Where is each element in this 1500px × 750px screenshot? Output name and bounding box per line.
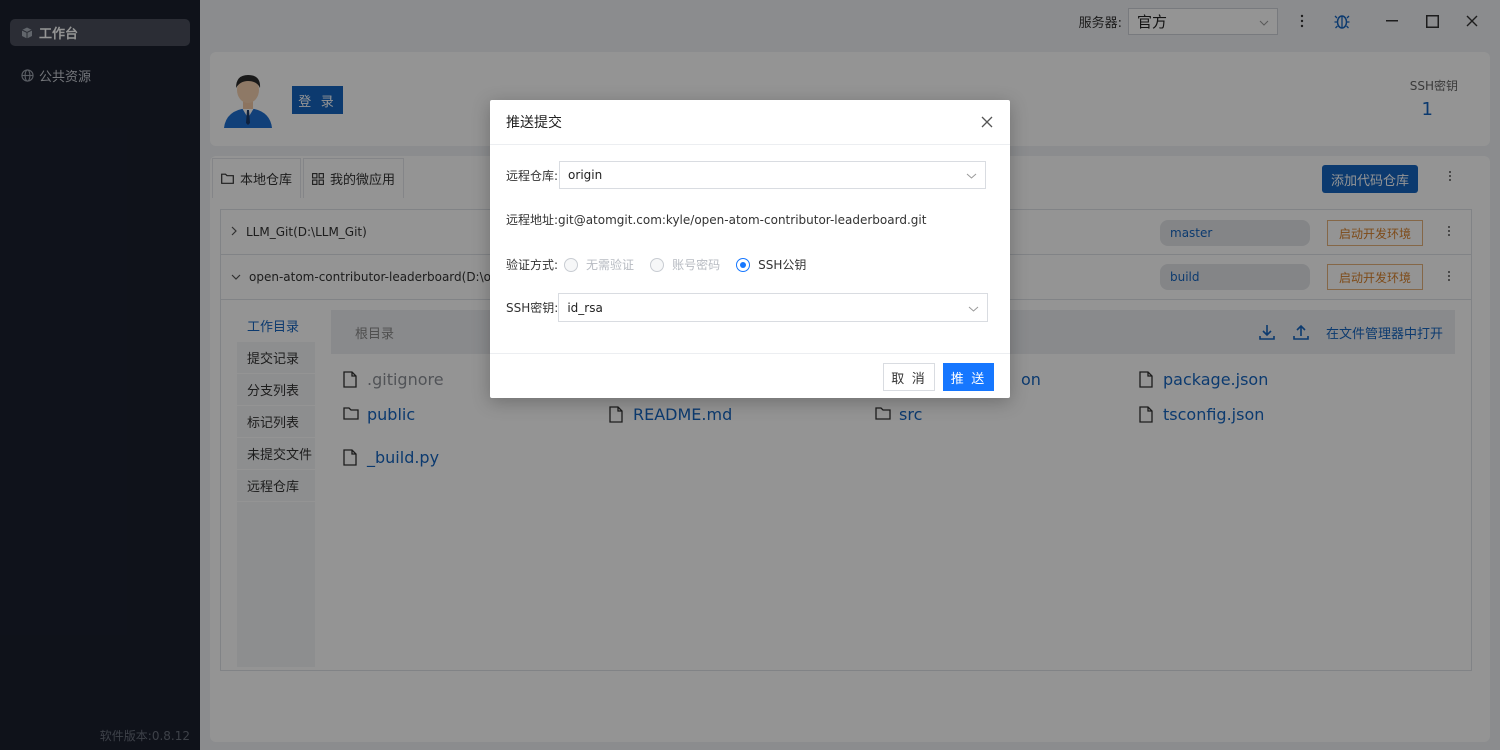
ssh-key-value: id_rsa — [567, 300, 603, 315]
radio-circle — [564, 257, 579, 272]
auth-method-label: 验证方式: — [506, 258, 559, 272]
auth-method-row: 验证方式: 无需验证 账号密码 SSH公钥 — [506, 256, 822, 273]
remote-address-row: 远程地址: git@atomgit.com:kyle/open-atom-con… — [506, 211, 926, 228]
ssh-key-label: SSH密钥: — [506, 301, 559, 315]
dialog-title: 推送提交 — [506, 115, 562, 131]
dialog-footer: 取 消 推 送 — [490, 353, 1010, 398]
remote-repo-value: origin — [568, 168, 603, 182]
auth-radio-none[interactable]: 无需验证 — [564, 256, 634, 273]
radio-circle — [736, 257, 751, 272]
remote-repo-select[interactable]: origin — [559, 161, 987, 189]
radio-label: 账号密码 — [672, 258, 721, 272]
auth-radio-password[interactable]: 账号密码 — [650, 256, 720, 273]
remote-repo-row: 远程仓库: origin — [506, 161, 987, 189]
push-commit-dialog: 推送提交 远程仓库: origin 远程地址: git@atomgit.com:… — [490, 100, 1010, 398]
chevron-down-icon — [966, 168, 977, 182]
radio-label: SSH公钥 — [758, 258, 807, 272]
radio-circle — [650, 257, 665, 272]
ssh-key-select[interactable]: id_rsa — [558, 293, 989, 322]
dialog-header: 推送提交 — [490, 100, 1010, 145]
ssh-key-row: SSH密钥: id_rsa — [506, 293, 989, 322]
chevron-down-icon — [968, 301, 979, 315]
remote-address-label: 远程地址: — [506, 213, 559, 227]
remote-repo-label: 远程仓库: — [506, 168, 559, 183]
close-icon[interactable] — [978, 113, 996, 131]
push-button[interactable]: 推 送 — [943, 363, 994, 391]
auth-radio-ssh[interactable]: SSH公钥 — [736, 256, 806, 273]
cancel-button[interactable]: 取 消 — [883, 363, 935, 391]
radio-label: 无需验证 — [586, 258, 635, 272]
remote-address-value: git@atomgit.com:kyle/open-atom-contribut… — [558, 212, 927, 227]
